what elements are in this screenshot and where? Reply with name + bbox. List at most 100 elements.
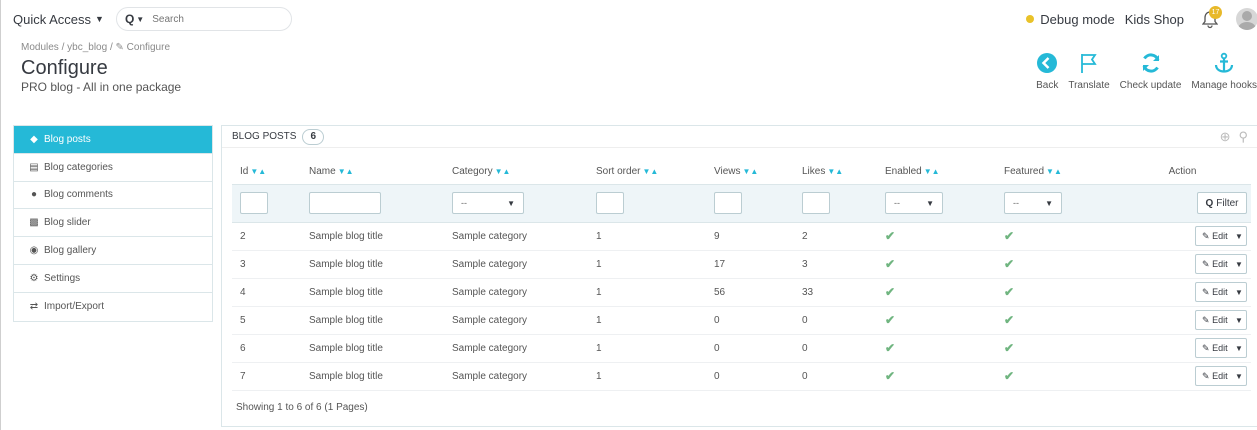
shop-name-link[interactable]: Kids Shop	[1125, 12, 1184, 27]
sort-order-filter-input[interactable]	[596, 192, 624, 214]
featured-check-icon[interactable]: ✔	[1004, 285, 1014, 299]
column-header-likes[interactable]: Likes ▼▲	[794, 160, 877, 184]
sort-icon[interactable]: ▼▲	[250, 167, 266, 176]
featured-cell: ✔	[996, 278, 1106, 307]
column-label: Id	[240, 166, 249, 178]
sidebar-item-label: Settings	[44, 272, 81, 284]
edit-button[interactable]: ✎ Edit	[1196, 315, 1232, 326]
sort-icon[interactable]: ▼▲	[743, 167, 759, 176]
sidebar-item-blog-categories[interactable]: ▤ Blog categories	[14, 154, 212, 182]
column-header-sort-order[interactable]: Sort order ▼▲	[588, 160, 706, 184]
featured-filter-select[interactable]: -- ▼	[1004, 192, 1062, 214]
translate-button[interactable]: Translate	[1068, 52, 1110, 91]
user-avatar[interactable]	[1236, 8, 1257, 30]
enabled-check-icon[interactable]: ✔	[885, 285, 895, 299]
column-header-views[interactable]: Views ▼▲	[706, 160, 794, 184]
edit-button[interactable]: ✎ Edit	[1196, 371, 1232, 382]
name-filter-input[interactable]	[309, 192, 381, 214]
column-header-category[interactable]: Category ▼▲	[444, 160, 588, 184]
column-label: Likes	[802, 166, 826, 178]
enabled-check-icon[interactable]: ✔	[885, 313, 895, 327]
sidebar-item-label: Blog gallery	[44, 245, 97, 257]
edit-button[interactable]: ✎ Edit	[1196, 343, 1232, 354]
manage-hooks-button[interactable]: Manage hooks	[1191, 52, 1257, 91]
featured-check-icon[interactable]: ✔	[1004, 229, 1014, 243]
filter-button[interactable]: Q Filter	[1197, 192, 1247, 214]
enabled-check-icon[interactable]: ✔	[885, 341, 895, 355]
edit-button[interactable]: ✎ Edit	[1196, 259, 1232, 270]
add-icon[interactable]: ⊕	[1220, 129, 1231, 145]
search-icon: Q	[1205, 197, 1214, 209]
views-filter-input[interactable]	[714, 192, 742, 214]
cell-likes: 2	[794, 222, 877, 251]
sort-icon[interactable]: ▼▲	[1046, 167, 1062, 176]
caret-down-icon[interactable]: ▼	[1232, 260, 1246, 269]
column-header-id[interactable]: Id ▼▲	[232, 160, 301, 184]
edit-button[interactable]: ✎ Edit	[1196, 287, 1232, 298]
featured-check-icon[interactable]: ✔	[1004, 369, 1014, 383]
sidebar-item-blog-comments[interactable]: ● Blog comments	[14, 182, 212, 210]
cell-category: Sample category	[444, 222, 588, 251]
sort-icon[interactable]: ▼▲	[827, 167, 843, 176]
enabled-check-icon[interactable]: ✔	[885, 369, 895, 383]
check-update-button[interactable]: Check update	[1119, 52, 1182, 91]
search-icon[interactable]: ⚲	[1238, 129, 1248, 145]
manage-hooks-label: Manage hooks	[1191, 80, 1257, 91]
back-button[interactable]: Back	[1036, 52, 1058, 91]
featured-check-icon[interactable]: ✔	[1004, 313, 1014, 327]
cell-category: Sample category	[444, 334, 588, 363]
id-filter-input[interactable]	[240, 192, 268, 214]
filter-label: Filter	[1216, 197, 1239, 209]
enabled-check-icon[interactable]: ✔	[885, 229, 895, 243]
notifications-button[interactable]: 17	[1202, 6, 1222, 30]
book-icon: ▤	[29, 161, 39, 173]
cell-sort-order: 1	[588, 250, 706, 279]
enabled-cell: ✔	[877, 278, 996, 307]
pencil-icon: ✎	[1202, 286, 1210, 297]
caret-down-icon[interactable]: ▼	[136, 15, 144, 24]
column-header-enabled[interactable]: Enabled ▼▲	[877, 160, 996, 184]
edit-button[interactable]: ✎ Edit	[1196, 231, 1232, 242]
enabled-filter-select[interactable]: -- ▼	[885, 192, 943, 214]
caret-down-icon[interactable]: ▼	[1232, 288, 1246, 297]
edit-button-group: ✎ Edit ▼	[1195, 282, 1247, 302]
caret-down-icon[interactable]: ▼	[1232, 344, 1246, 353]
featured-check-icon[interactable]: ✔	[1004, 257, 1014, 271]
sort-icon[interactable]: ▼▲	[495, 167, 511, 176]
sidebar-item-blog-posts[interactable]: ◆ Blog posts	[14, 126, 212, 154]
caret-down-icon[interactable]: ▼	[1232, 316, 1246, 325]
caret-down-icon[interactable]: ▼	[1232, 372, 1246, 381]
table-row: 7 Sample blog title Sample category 1 0 0 ✔ ✔ ✎ …	[232, 362, 1251, 391]
sort-icon[interactable]: ▼▲	[642, 167, 658, 176]
comments-icon: ●	[30, 189, 38, 201]
category-filter-select[interactable]: -- ▼	[452, 192, 524, 214]
check-update-label: Check update	[1119, 80, 1182, 91]
sort-icon[interactable]: ▼▲	[924, 167, 940, 176]
edit-button-group: ✎ Edit ▼	[1195, 226, 1247, 246]
caret-down-icon[interactable]: ▼	[1232, 232, 1246, 241]
likes-filter-input[interactable]	[802, 192, 830, 214]
cell-views: 17	[706, 250, 794, 279]
featured-check-icon[interactable]: ✔	[1004, 341, 1014, 355]
column-label: Enabled	[885, 166, 922, 178]
sort-icon[interactable]: ▼▲	[338, 167, 354, 176]
search-input[interactable]	[152, 13, 273, 25]
pencil-icon: ✎	[1202, 258, 1210, 269]
column-header-featured[interactable]: Featured ▼▲	[996, 160, 1106, 184]
sidebar-item-blog-slider[interactable]: ▩ Blog slider	[14, 209, 212, 238]
debug-mode-link[interactable]: Debug mode	[1040, 12, 1114, 27]
featured-cell: ✔	[996, 362, 1106, 391]
action-cell: ✎ Edit ▼	[1106, 334, 1251, 363]
enabled-check-icon[interactable]: ✔	[885, 257, 895, 271]
featured-cell: ✔	[996, 306, 1106, 335]
cell-sort-order: 1	[588, 222, 706, 251]
select-value: --	[1013, 198, 1019, 208]
sidebar-item-blog-gallery[interactable]: ◉ Blog gallery	[14, 237, 212, 265]
sidebar-item-settings[interactable]: ⚙ Settings	[14, 265, 212, 293]
search-icon[interactable]: Q	[125, 12, 134, 26]
action-cell: ✎ Edit ▼	[1106, 278, 1251, 307]
cell-id: 2	[232, 222, 301, 251]
column-header-name[interactable]: Name ▼▲	[301, 160, 444, 184]
sidebar-item-import-export[interactable]: ⇄ Import/Export	[14, 293, 212, 321]
quick-access-dropdown[interactable]: Quick Access ▼	[13, 12, 104, 27]
